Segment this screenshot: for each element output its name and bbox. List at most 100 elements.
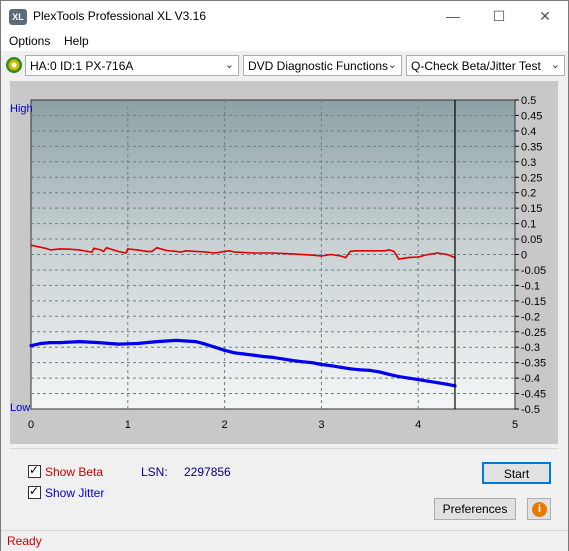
- y-tick-label: -0.35: [521, 358, 546, 370]
- data-point-beta: [393, 250, 395, 253]
- data-point-beta: [388, 249, 390, 251]
- data-point-beta: [44, 247, 47, 250]
- menu-options[interactable]: Options: [9, 34, 50, 48]
- main-window: XL PlexTools Professional XL V3.16 — ☐ ✕…: [0, 0, 569, 551]
- data-point-beta: [146, 250, 148, 253]
- y-tick-label: 0.25: [521, 172, 542, 184]
- data-point-beta: [59, 248, 61, 250]
- data-point-beta: [127, 248, 129, 250]
- data-point-beta: [446, 253, 449, 256]
- data-point-beta: [204, 251, 207, 253]
- data-point-jitter: [58, 340, 62, 345]
- status-bar: Ready: [1, 530, 568, 551]
- window-title: PlexTools Professional XL V3.16: [33, 9, 206, 23]
- data-point-beta: [180, 251, 182, 253]
- data-point-beta: [344, 256, 347, 259]
- data-point-beta: [194, 250, 197, 253]
- drive-select[interactable]: HA:0 ID:1 PX-716A ⌄: [25, 55, 239, 76]
- axis-label-high: High: [10, 103, 33, 115]
- info-button[interactable]: i: [527, 498, 551, 520]
- data-point-jitter: [155, 340, 159, 344]
- data-point-jitter: [135, 341, 140, 346]
- show-jitter-checkbox[interactable]: ✓: [28, 484, 41, 499]
- data-point-jitter: [203, 342, 207, 346]
- y-tick-label: 0.15: [521, 203, 542, 215]
- data-point-beta: [102, 250, 105, 253]
- data-point-jitter: [377, 370, 382, 374]
- data-point-beta: [37, 245, 40, 248]
- y-tick-label: -0.5: [521, 404, 540, 416]
- data-point-beta: [398, 258, 400, 260]
- y-tick-label: 0.5: [521, 95, 536, 107]
- data-point-beta: [117, 250, 119, 253]
- data-point-beta: [214, 252, 216, 254]
- menu-bar: Options Help: [1, 31, 568, 51]
- function-select-value: DVD Diagnostic Functions: [248, 59, 389, 73]
- chevron-down-icon: ⌄: [387, 59, 397, 71]
- data-point-beta: [228, 249, 231, 252]
- toolbar: HA:0 ID:1 PX-716A ⌄ DVD Diagnostic Funct…: [1, 52, 568, 80]
- y-tick-label: 0.2: [521, 188, 536, 200]
- y-tick-label: -0.3: [521, 342, 540, 354]
- data-point-beta: [68, 248, 71, 251]
- axis-label-low: Low: [10, 402, 30, 414]
- title-bar[interactable]: XL PlexTools Professional XL V3.16 — ☐ ✕: [1, 1, 568, 31]
- menu-help[interactable]: Help: [64, 34, 89, 48]
- close-icon[interactable]: ✕: [522, 1, 568, 31]
- show-jitter-label[interactable]: Show Jitter: [45, 486, 104, 500]
- y-tick-label: -0.45: [521, 389, 546, 401]
- data-point-jitter: [426, 379, 430, 383]
- status-text: Ready: [7, 534, 42, 548]
- start-button[interactable]: Start: [482, 462, 551, 484]
- x-tick-label: 4: [415, 419, 421, 431]
- data-point-jitter: [435, 381, 440, 385]
- data-point-jitter: [445, 382, 449, 386]
- data-point-beta: [349, 250, 352, 253]
- y-tick-label: 0.35: [521, 141, 542, 153]
- disc-drive-icon: [6, 57, 22, 73]
- data-point-jitter: [174, 338, 178, 343]
- data-point-jitter: [213, 345, 217, 349]
- data-point-beta: [310, 254, 313, 256]
- data-point-jitter: [232, 351, 236, 355]
- data-point-jitter: [271, 355, 275, 359]
- show-beta-checkbox[interactable]: ✓: [28, 463, 41, 478]
- function-select[interactable]: DVD Diagnostic Functions ⌄: [243, 55, 402, 76]
- preferences-button[interactable]: Preferences: [434, 498, 516, 520]
- data-point-jitter: [339, 365, 343, 369]
- data-point-beta: [272, 252, 274, 254]
- data-point-beta: [436, 252, 439, 254]
- lsn-label: LSN:: [141, 465, 168, 479]
- data-point-beta: [136, 249, 139, 251]
- test-select-value: Q-Check Beta/Jitter Test: [411, 59, 541, 73]
- y-tick-label: 0.05: [521, 234, 542, 246]
- data-point-jitter: [281, 357, 285, 361]
- x-tick-label: 0: [28, 419, 34, 431]
- data-point-jitter: [310, 361, 314, 365]
- data-point-beta: [354, 249, 357, 252]
- y-tick-label: -0.05: [521, 265, 546, 277]
- data-point-beta: [407, 256, 410, 259]
- test-select[interactable]: Q-Check Beta/Jitter Test ⌄: [406, 55, 565, 76]
- data-point-beta: [252, 252, 255, 254]
- data-point-jitter: [97, 340, 101, 345]
- x-tick-label: 2: [222, 419, 228, 431]
- y-tick-label: 0.45: [521, 110, 542, 122]
- show-beta-label[interactable]: Show Beta: [45, 465, 103, 479]
- data-point-beta: [417, 256, 420, 258]
- data-point-jitter: [193, 340, 198, 344]
- minimize-icon[interactable]: —: [430, 1, 476, 31]
- data-point-jitter: [29, 344, 33, 348]
- data-point-beta: [125, 252, 127, 254]
- maximize-icon[interactable]: ☐: [476, 1, 522, 31]
- chart-panel: 0.5 0.45 0.4 0.35 0.3 0.25 0.2 0.15 0.1 0.05 0 -0.0…: [10, 81, 558, 444]
- y-tick-label: -0.1: [521, 280, 540, 292]
- drive-select-value: HA:0 ID:1 PX-716A: [30, 59, 134, 73]
- data-point-jitter: [348, 367, 353, 371]
- data-point-beta: [291, 253, 294, 255]
- data-point-jitter: [77, 340, 81, 344]
- info-icon: i: [532, 502, 547, 517]
- data-point-beta: [30, 244, 32, 247]
- data-point-jitter: [242, 352, 246, 356]
- y-tick-label: 0.1: [521, 219, 536, 231]
